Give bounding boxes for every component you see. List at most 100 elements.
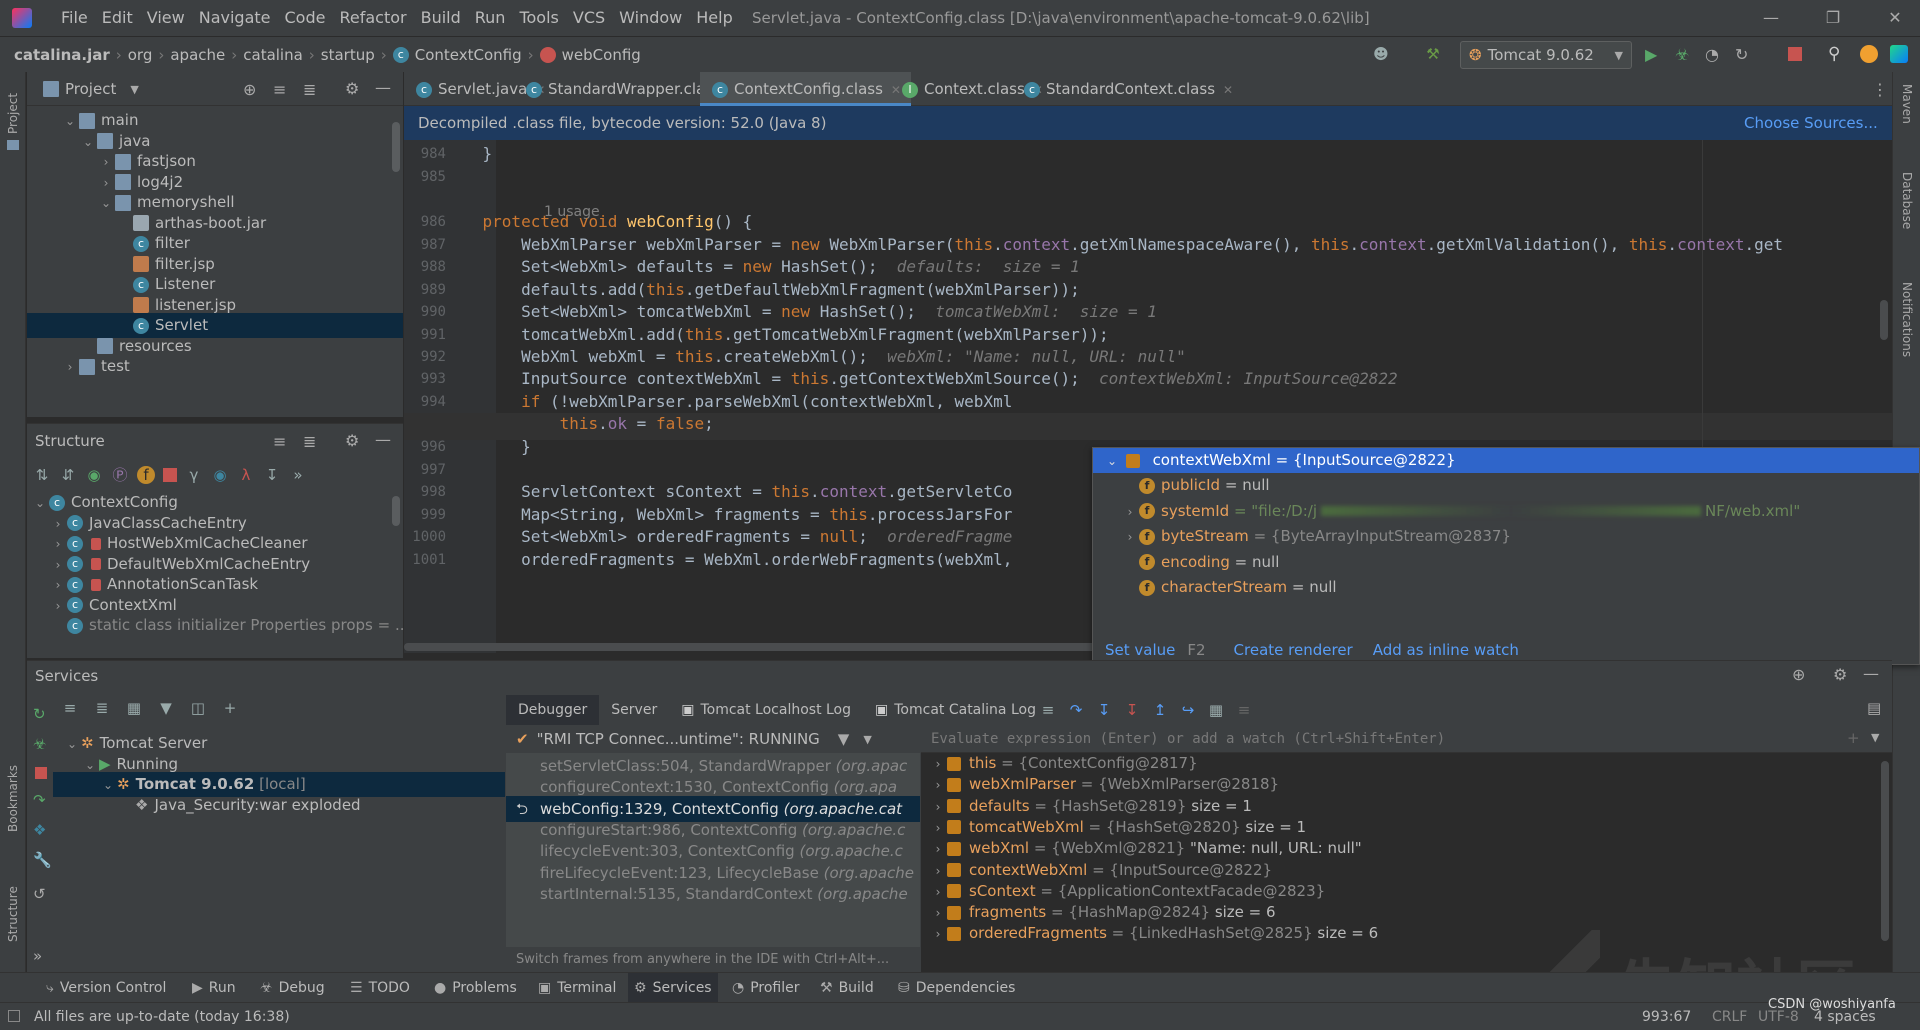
menu-run[interactable]: Run	[468, 0, 513, 36]
restore-button[interactable]: ❐	[1810, 0, 1856, 36]
globe-icon[interactable]: ⊕	[1792, 665, 1805, 684]
project-tree-item[interactable]: › test	[27, 354, 403, 379]
menu-code[interactable]: Code	[278, 0, 333, 36]
set-value-link[interactable]: Set value	[1105, 641, 1175, 659]
show-non-public-icon[interactable]	[163, 468, 177, 482]
popup-field-row[interactable]: f publicId = null	[1093, 473, 1919, 498]
caret-position[interactable]: 993:67	[1642, 1003, 1691, 1030]
close-tab-icon[interactable]: ✕	[1223, 83, 1233, 97]
chevron-down-icon[interactable]: ▼	[1871, 731, 1879, 744]
tool-window-todo[interactable]: ☰ TODO	[344, 973, 416, 1003]
choose-sources-link[interactable]: Choose Sources...	[1744, 106, 1878, 140]
tool-window-debug[interactable]: ☣ Debug	[254, 973, 331, 1003]
scrollbar[interactable]	[392, 496, 400, 526]
bookmarks-stripe-button[interactable]: Bookmarks	[6, 765, 20, 832]
debugger-tab[interactable]: Debugger	[506, 695, 600, 725]
more-icon[interactable]: »	[33, 947, 42, 965]
menu-tools[interactable]: Tools	[512, 0, 565, 36]
debug-icon[interactable]: ☣	[1675, 45, 1689, 64]
close-window-button[interactable]: ✕	[1872, 0, 1918, 36]
chevron-right-icon[interactable]: ›	[1121, 525, 1139, 550]
user-icon[interactable]: ☻	[1372, 45, 1390, 63]
debug-icon[interactable]: ☣	[33, 735, 46, 753]
hide-icon[interactable]: —	[375, 430, 391, 449]
show-execution-point-icon[interactable]: ≡	[1039, 701, 1057, 719]
menu-navigate[interactable]: Navigate	[192, 0, 278, 36]
menu-refactor[interactable]: Refactor	[332, 0, 413, 36]
chevron-right-icon[interactable]: ›	[929, 922, 947, 947]
chevron-right-icon[interactable]: ›	[61, 355, 79, 380]
layout-icon[interactable]	[8, 1010, 20, 1022]
scrollbar[interactable]	[1881, 761, 1889, 941]
trace-icon[interactable]: ≡	[1235, 701, 1253, 719]
gear-icon[interactable]: ⚙	[345, 79, 359, 98]
stop-icon[interactable]	[35, 767, 47, 779]
tool-window-problems[interactable]: ● Problems	[428, 973, 523, 1003]
step-out-icon[interactable]: ↥	[1151, 701, 1169, 719]
popup-field-row[interactable]: › f byteStream = {ByteArrayInputStream@283…	[1093, 524, 1919, 549]
refresh-icon[interactable]: ↺	[33, 885, 46, 903]
menu-window[interactable]: Window	[612, 0, 689, 36]
menu-help[interactable]: Help	[689, 0, 739, 36]
breadcrumb-item[interactable]: ContextConfig	[415, 46, 522, 64]
tool-window-version-control[interactable]: ⤷ Version Control	[40, 973, 172, 1003]
chevron-right-icon[interactable]: ›	[1121, 500, 1139, 525]
step-over-icon[interactable]: ↷	[1067, 701, 1085, 719]
show-inherited-icon[interactable]: ◉	[85, 466, 103, 484]
run-icon[interactable]: ▶	[1645, 45, 1657, 64]
evaluate-icon[interactable]: ▦	[1207, 701, 1225, 719]
debugger-tab[interactable]: ▣ Tomcat Catalina Log	[863, 695, 1048, 725]
breadcrumb-item[interactable]: catalina.jar	[14, 46, 110, 64]
expand-all-icon[interactable]: ≡	[273, 80, 286, 99]
more-icon[interactable]: »	[289, 466, 307, 484]
gear-icon[interactable]: ⚙	[1833, 665, 1847, 684]
locate-icon[interactable]: ⊕	[243, 80, 256, 99]
evaluate-expression-field[interactable]: Evaluate expression (Enter) or add a wat…	[921, 725, 1892, 753]
coverage-icon[interactable]: ◔	[1705, 45, 1719, 64]
force-step-into-icon[interactable]: ↧	[1123, 701, 1141, 719]
menu-file[interactable]: File	[54, 0, 95, 36]
more-tabs-icon[interactable]: ⋮	[1872, 80, 1888, 99]
new-tab-icon[interactable]: ◫	[189, 699, 207, 717]
build-hammer-icon[interactable]: ⚒	[1424, 45, 1442, 63]
show-fields-icon[interactable]: f	[137, 466, 155, 484]
filter-icon[interactable]: ▼	[838, 730, 850, 748]
expand-all-icon[interactable]: ≡	[273, 432, 286, 451]
chevron-down-icon[interactable]: ⌄	[1103, 449, 1121, 474]
menu-view[interactable]: View	[140, 0, 192, 36]
add-icon[interactable]: +	[221, 699, 239, 717]
group-icon[interactable]: ▦	[125, 699, 143, 717]
breadcrumb-item[interactable]: org	[128, 46, 153, 64]
breadcrumb-item[interactable]: catalina	[243, 46, 303, 64]
gear-icon[interactable]: ⚙	[345, 431, 359, 450]
profile-icon[interactable]: ↻	[1735, 45, 1748, 64]
stack-frame[interactable]: startInternal:5135, StandardContext (org…	[506, 881, 920, 907]
menu-build[interactable]: Build	[414, 0, 468, 36]
add-watch-icon[interactable]: +	[1847, 729, 1860, 747]
tool-window-services[interactable]: ⚙ Services	[628, 973, 718, 1003]
sort-alphabetically-icon[interactable]: ⇵	[59, 466, 77, 484]
sort-by-type-icon[interactable]: ⇅	[33, 466, 51, 484]
tool-window-profiler[interactable]: ◔ Profiler	[726, 973, 806, 1003]
filter-icon[interactable]: ▼	[157, 699, 175, 717]
step-into-icon[interactable]: ↧	[1095, 701, 1113, 719]
debugger-tab[interactable]: Server	[599, 695, 669, 725]
tool-window-run[interactable]: ▶ Run	[186, 973, 242, 1003]
project-stripe-button[interactable]: Project	[6, 93, 20, 134]
stop-icon[interactable]	[1788, 47, 1802, 61]
menu-edit[interactable]: Edit	[95, 0, 140, 36]
show-properties-icon[interactable]: Ⓟ	[111, 466, 129, 484]
tool-window-build[interactable]: ⚒ Build	[814, 973, 880, 1003]
scrollbar[interactable]	[392, 122, 400, 172]
search-icon[interactable]: ⚲	[1828, 44, 1840, 64]
tool-window-dependencies[interactable]: ⛁ Dependencies	[892, 973, 1021, 1003]
expand-all-icon[interactable]: ≡	[61, 699, 79, 717]
show-lambda-icon[interactable]: λ	[237, 466, 255, 484]
structure-tree-item[interactable]: c static class initializer Properties pro…	[27, 613, 403, 638]
database-stripe-button[interactable]: Database	[1900, 172, 1914, 229]
minimize-button[interactable]: —	[1748, 0, 1794, 36]
service-tree-item[interactable]: ❖ Java_Security:war exploded	[53, 793, 505, 818]
toolbox-icon[interactable]	[1890, 45, 1908, 63]
popup-field-row[interactable]: › f systemId = "file:/D:/j NF/web.xml"	[1093, 499, 1919, 524]
collapse-all-icon[interactable]: ≣	[303, 80, 316, 99]
